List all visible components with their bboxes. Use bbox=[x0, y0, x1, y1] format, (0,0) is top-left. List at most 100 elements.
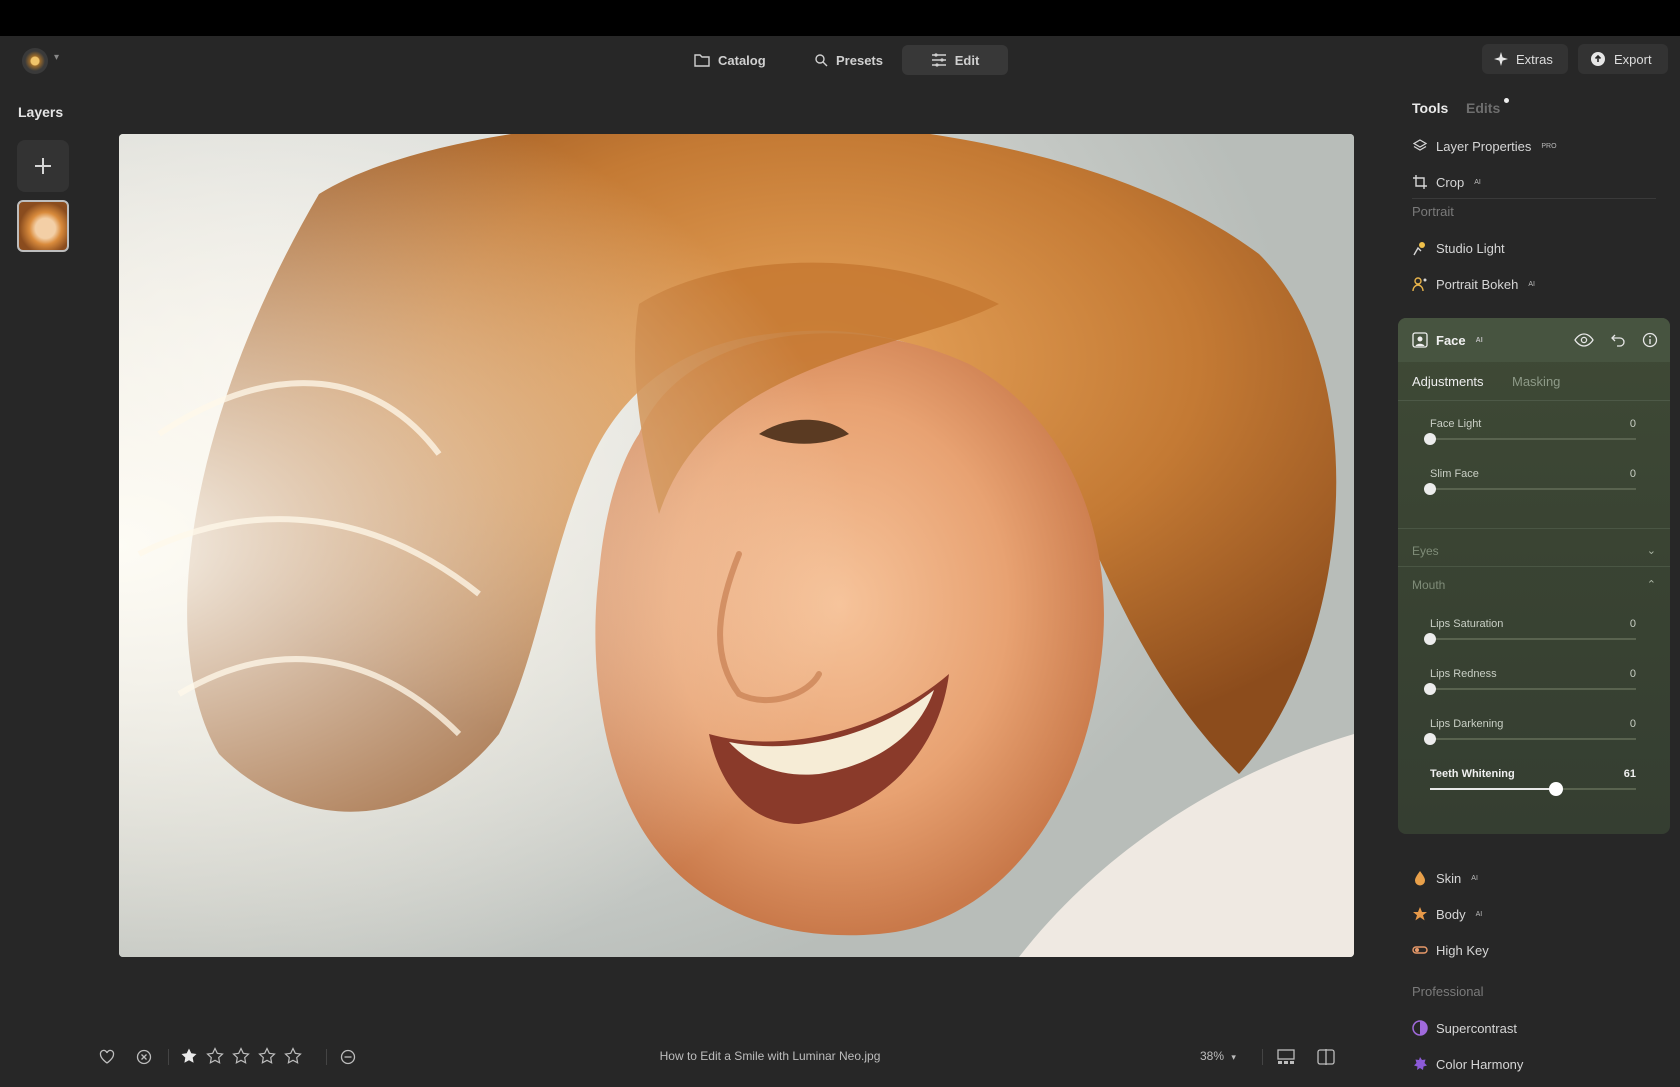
view-layout-icon[interactable] bbox=[1276, 1047, 1296, 1067]
export-label: Export bbox=[1614, 51, 1652, 67]
star-empty-icon[interactable] bbox=[284, 1047, 302, 1065]
star-filled-icon[interactable] bbox=[180, 1047, 198, 1065]
tool-label: Supercontrast bbox=[1436, 1020, 1517, 1036]
slider-value: 61 bbox=[1623, 768, 1636, 780]
label-color-icon[interactable] bbox=[338, 1047, 358, 1067]
tool-supercontrast[interactable]: Supercontrast bbox=[1412, 1020, 1517, 1036]
app-logo-icon[interactable] bbox=[22, 48, 48, 74]
nav-edit[interactable]: Edit bbox=[902, 45, 1008, 75]
reject-icon[interactable] bbox=[134, 1047, 154, 1067]
slider-handle[interactable] bbox=[1424, 433, 1436, 445]
slider-handle[interactable] bbox=[1424, 733, 1436, 745]
star-rating[interactable] bbox=[180, 1047, 302, 1065]
slider-value: 0 bbox=[1629, 468, 1636, 480]
slider-value: 0 bbox=[1629, 668, 1636, 680]
slider-track[interactable] bbox=[1430, 638, 1636, 640]
slider-face-light[interactable]: Face Light 0 bbox=[1424, 418, 1636, 445]
divider bbox=[326, 1049, 327, 1065]
star-empty-icon[interactable] bbox=[258, 1047, 276, 1065]
eye-icon[interactable] bbox=[1574, 332, 1594, 348]
slider-value: 0 bbox=[1629, 718, 1636, 730]
studio-light-icon bbox=[1412, 240, 1428, 256]
chevron-down-icon: ⌄ bbox=[1646, 545, 1656, 557]
heart-icon[interactable] bbox=[97, 1047, 117, 1067]
tool-high-key[interactable]: High Key bbox=[1412, 942, 1489, 958]
slider-handle[interactable] bbox=[1424, 633, 1436, 645]
tool-label: Layer Properties bbox=[1436, 138, 1532, 154]
top-bar: ▾ Catalog Presets Edit Extras Export bbox=[0, 36, 1680, 86]
slider-handle[interactable] bbox=[1548, 782, 1563, 796]
ai-badge: AI bbox=[1471, 874, 1478, 882]
slider-handle[interactable] bbox=[1424, 483, 1436, 495]
slider-label: Face Light bbox=[1430, 418, 1482, 430]
tool-label: Crop bbox=[1436, 174, 1465, 190]
tool-label: Skin bbox=[1436, 870, 1462, 886]
slider-slim-face[interactable]: Slim Face 0 bbox=[1424, 468, 1636, 495]
tab-edits[interactable]: Edits bbox=[1466, 100, 1500, 116]
face-card-header[interactable]: Face AI bbox=[1398, 318, 1670, 362]
slider-track[interactable] bbox=[1430, 738, 1636, 740]
star-empty-icon[interactable] bbox=[206, 1047, 224, 1065]
tool-portrait-bokeh[interactable]: Portrait Bokeh AI bbox=[1412, 276, 1535, 292]
nav-catalog[interactable]: Catalog bbox=[680, 45, 780, 75]
slider-track[interactable] bbox=[1430, 438, 1636, 440]
tool-skin[interactable]: Skin AI bbox=[1412, 870, 1478, 886]
tool-layer-properties[interactable]: Layer Properties PRO bbox=[1412, 138, 1557, 154]
slider-lips-saturation[interactable]: Lips Saturation 0 bbox=[1424, 618, 1636, 645]
ai-badge: AI bbox=[1528, 280, 1535, 288]
face-tool-card: Face AI Adjustments Masking Face Light 0 S… bbox=[1398, 318, 1670, 834]
zoom-dropdown[interactable]: 38% ▾ bbox=[1200, 1049, 1236, 1063]
tab-masking[interactable]: Masking bbox=[1512, 374, 1560, 389]
tool-studio-light[interactable]: Studio Light bbox=[1412, 240, 1505, 256]
tool-label: Studio Light bbox=[1436, 240, 1505, 256]
portrait-photo bbox=[119, 134, 1354, 957]
export-icon bbox=[1591, 52, 1605, 66]
slider-value: 0 bbox=[1629, 618, 1636, 630]
tab-adjustments[interactable]: Adjustments bbox=[1412, 374, 1484, 389]
tool-color-harmony[interactable]: Color Harmony bbox=[1412, 1056, 1523, 1072]
divider bbox=[168, 1049, 169, 1065]
chevron-down-icon: ▾ bbox=[1231, 1052, 1236, 1062]
color-harmony-icon bbox=[1412, 1056, 1428, 1072]
photo-canvas[interactable] bbox=[119, 134, 1354, 957]
slider-fill bbox=[1430, 788, 1556, 790]
bottom-bar: How to Edit a Smile with Luminar Neo.jpg… bbox=[0, 1037, 1340, 1077]
slider-track[interactable] bbox=[1430, 688, 1636, 690]
compare-icon[interactable] bbox=[1316, 1047, 1336, 1067]
undo-icon[interactable] bbox=[1610, 332, 1626, 348]
slider-lips-darkening[interactable]: Lips Darkening 0 bbox=[1424, 718, 1636, 745]
add-layer-button[interactable] bbox=[17, 140, 69, 192]
slider-label: Lips Darkening bbox=[1430, 718, 1504, 730]
chevron-up-icon: ⌃ bbox=[1646, 579, 1656, 591]
edits-indicator-dot bbox=[1504, 98, 1509, 103]
tab-tools[interactable]: Tools bbox=[1412, 100, 1448, 116]
file-name: How to Edit a Smile with Luminar Neo.jpg bbox=[659, 1049, 881, 1063]
tool-label: Color Harmony bbox=[1436, 1056, 1524, 1072]
sliders-icon bbox=[931, 53, 946, 67]
tool-crop[interactable]: Crop AI bbox=[1412, 174, 1481, 190]
skin-icon bbox=[1412, 870, 1428, 886]
nav-presets[interactable]: Presets bbox=[800, 45, 897, 75]
extras-label: Extras bbox=[1516, 51, 1553, 67]
group-mouth[interactable]: Mouth ⌃ bbox=[1412, 578, 1656, 592]
star-empty-icon[interactable] bbox=[232, 1047, 250, 1065]
tools-panel: Tools Edits Layer Properties PRO Crop AI… bbox=[1398, 86, 1680, 1087]
zoom-value: 38% bbox=[1200, 1049, 1225, 1063]
slider-handle[interactable] bbox=[1424, 683, 1436, 695]
group-eyes[interactable]: Eyes ⌄ bbox=[1412, 544, 1656, 558]
export-button[interactable]: Export bbox=[1578, 44, 1668, 74]
info-icon[interactable] bbox=[1642, 332, 1658, 348]
slider-lips-redness[interactable]: Lips Redness 0 bbox=[1424, 668, 1636, 695]
crop-icon bbox=[1412, 174, 1428, 190]
nav-catalog-label: Catalog bbox=[718, 52, 766, 68]
slider-value: 0 bbox=[1629, 418, 1636, 430]
tool-body[interactable]: Body AI bbox=[1412, 906, 1482, 922]
high-key-icon bbox=[1412, 942, 1428, 958]
layer-thumbnail[interactable] bbox=[17, 200, 69, 252]
slider-track[interactable] bbox=[1430, 488, 1636, 490]
slider-teeth-whitening[interactable]: Teeth Whitening 61 bbox=[1430, 768, 1636, 796]
section-professional: Professional bbox=[1412, 984, 1484, 999]
chevron-down-icon[interactable]: ▾ bbox=[54, 52, 59, 63]
face-icon bbox=[1412, 332, 1428, 348]
extras-button[interactable]: Extras bbox=[1482, 44, 1568, 74]
